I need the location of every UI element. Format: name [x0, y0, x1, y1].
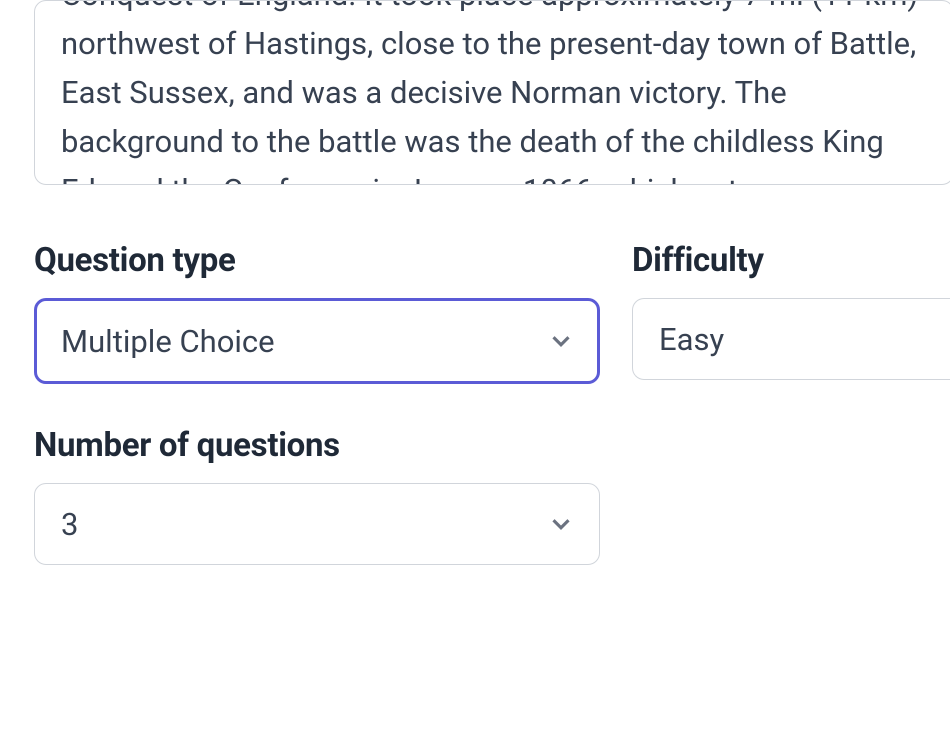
num-questions-group: Number of questions 3 [34, 426, 600, 565]
question-type-group: Question type Multiple Choice [34, 241, 600, 384]
source-text-area[interactable]: Conquest of England. It took place appro… [34, 0, 950, 185]
question-type-select-wrap: Multiple Choice [34, 298, 600, 384]
difficulty-value: Easy [659, 321, 724, 358]
num-questions-value: 3 [61, 506, 78, 543]
question-type-value: Multiple Choice [61, 323, 275, 360]
difficulty-select[interactable]: Easy [632, 298, 950, 380]
form-viewport: Conquest of England. It took place appro… [0, 0, 950, 750]
source-text-content: Conquest of England. It took place appro… [61, 0, 927, 185]
num-questions-label: Number of questions [34, 426, 600, 465]
difficulty-group: Difficulty Easy [632, 241, 950, 384]
num-questions-select-wrap: 3 [34, 483, 600, 565]
difficulty-label: Difficulty [632, 241, 950, 280]
form-row-2: Number of questions 3 [34, 426, 950, 565]
form-row-1: Question type Multiple Choice Difficulty… [34, 241, 950, 384]
num-questions-select[interactable]: 3 [34, 483, 600, 565]
question-type-label: Question type [34, 241, 600, 280]
difficulty-select-wrap: Easy [632, 298, 950, 380]
question-type-select[interactable]: Multiple Choice [34, 298, 600, 384]
